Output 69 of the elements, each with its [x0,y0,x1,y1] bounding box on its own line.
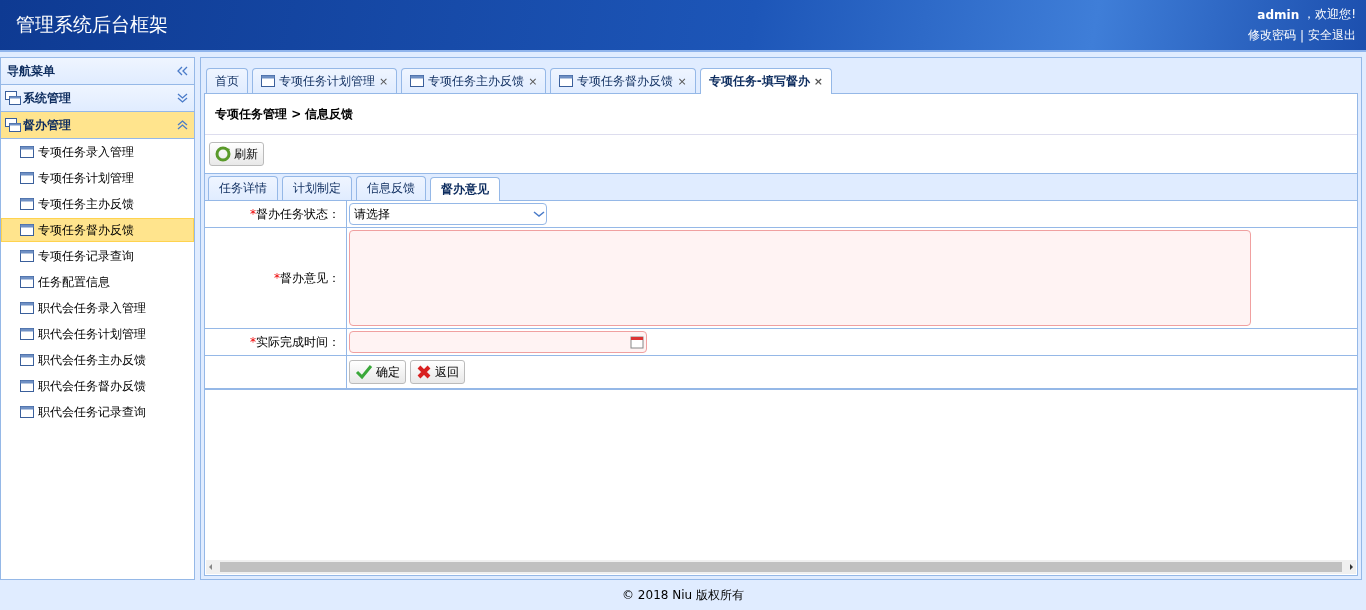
window-icon [20,354,34,366]
select-field[interactable]: 请选择 [349,203,547,225]
username: admin [1257,7,1300,22]
refresh-icon [215,146,231,162]
header-link[interactable]: 修改密码 [1247,27,1296,44]
copyright: © 2018 Niu 版权所有 [622,586,744,604]
tab[interactable]: 专项任务督办反馈 × [550,68,696,93]
field-label: *实际完成时间： [250,333,340,351]
window-icon [559,75,574,87]
collapse-icon[interactable] [177,120,188,130]
nav-item[interactable]: 职代会任务督办反馈 [1,374,194,398]
windows-icon [5,91,21,105]
expand-icon[interactable] [177,93,188,103]
check-icon [355,364,373,380]
window-icon [20,276,34,288]
date-field[interactable] [349,331,647,353]
window-icon [410,75,425,87]
nav-item[interactable]: 任务配置信息 [1,270,194,294]
window-icon [20,302,34,314]
tab[interactable]: 任务详情 [208,176,278,200]
nav-item[interactable]: 专项任务督办反馈 [1,218,194,242]
window-icon [20,172,34,184]
close-icon[interactable]: × [379,74,389,88]
tab[interactable]: 首页 [206,68,248,93]
confirm-button[interactable]: 确定 [349,360,406,384]
tab[interactable]: 计划制定 [282,176,352,200]
scrollbar[interactable] [206,560,1356,574]
close-icon[interactable]: × [813,75,823,88]
tab[interactable]: 专项任务计划管理 × [252,68,398,93]
link-separator: | [1299,28,1304,43]
close-icon[interactable]: × [528,74,538,88]
refresh-button[interactable]: 刷新 [209,142,264,166]
nav-group[interactable]: 督办管理 [1,112,194,139]
nav-item[interactable]: 专项任务记录查询 [1,244,194,268]
nav-item[interactable]: 职代会任务计划管理 [1,322,194,346]
window-icon [20,146,34,158]
textarea-field[interactable] [349,230,1251,326]
calendar-icon[interactable] [630,335,644,349]
window-icon [20,198,34,210]
cross-icon [416,364,432,380]
field-label: *督办意见： [274,269,340,287]
field-label: *督办任务状态： [250,205,340,223]
window-icon [20,406,34,418]
nav-item[interactable]: 职代会任务录入管理 [1,296,194,320]
nav-group[interactable]: 系统管理 [1,85,194,112]
window-icon [20,328,34,340]
nav-title: 导航菜单 [7,62,55,80]
nav-item[interactable]: 专项任务计划管理 [1,166,194,190]
header-link[interactable]: 安全退出 [1308,27,1356,44]
tab[interactable]: 信息反馈 [356,176,426,200]
breadcrumb: 专项任务管理 > 信息反馈 [205,94,1357,135]
tab[interactable]: 督办意见 [430,177,500,201]
back-button[interactable]: 返回 [410,360,465,384]
collapse-panel-icon[interactable] [177,66,188,76]
tab[interactable]: 专项任务-填写督办 × [699,68,832,94]
window-icon [261,75,275,87]
nav-item[interactable]: 职代会任务记录查询 [1,400,194,424]
windows-icon [5,118,21,132]
window-icon [20,380,34,392]
tab[interactable]: 专项任务主办反馈 × [401,68,547,93]
nav-item[interactable]: 职代会任务主办反馈 [1,348,194,372]
window-icon [20,250,34,262]
nav-item[interactable]: 专项任务录入管理 [1,140,194,164]
close-icon[interactable]: × [677,74,687,88]
app-title: 管理系统后台框架 [15,12,169,37]
dropdown-icon [532,209,546,219]
greeting: ，欢迎您! [1303,6,1356,23]
nav-item[interactable]: 专项任务主办反馈 [1,192,194,216]
window-icon [20,224,34,236]
